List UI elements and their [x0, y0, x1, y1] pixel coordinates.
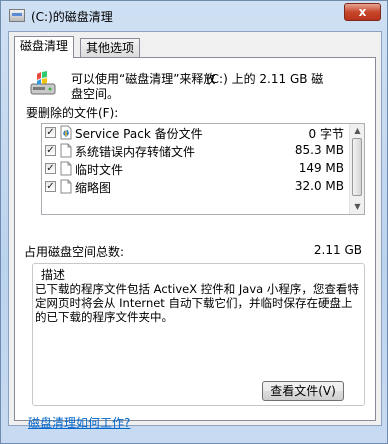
file-icon: [60, 161, 72, 176]
view-files-button[interactable]: 查看文件(V): [262, 381, 344, 401]
tab-more-options[interactable]: 其他选项: [80, 38, 141, 57]
file-row[interactable]: ✓ 缩略图 32.0 MB: [42, 178, 350, 196]
file-size: 32.0 MB: [294, 179, 344, 193]
tab-disk-cleanup[interactable]: 磁盘清理: [14, 36, 75, 58]
description-group: 描述 已下载的程序文件包括 ActiveX 控件和 Java 小程序，您查看特定…: [32, 263, 365, 406]
file-name: 系统错误内存转储文件: [75, 145, 196, 159]
tab-panel: 可以使用“磁盘清理”来释放 (C:) 上的 2.11 GB 磁 盘空间。 要删除…: [14, 57, 376, 430]
file-row[interactable]: ✓ 系统错误内存转储文件 85.3 MB: [42, 142, 350, 160]
file-size: 85.3 MB: [294, 143, 344, 157]
file-icon: [60, 143, 72, 158]
scrollbar-thumb[interactable]: [352, 138, 362, 196]
files-to-delete-label: 要删除的文件(F):: [26, 106, 119, 120]
disk-cleanup-icon: [9, 9, 25, 22]
shield-file-icon: [60, 125, 72, 140]
description-title: 描述: [39, 266, 68, 283]
total-space-value: 2.11 GB: [313, 243, 362, 257]
file-row[interactable]: ✓ 临时文件 149 MB: [42, 160, 350, 178]
disk-cleanup-window: (C:)的磁盘清理 x 磁盘清理 其他选项 可以使用“磁盘清理”来释放 (C:)…: [0, 0, 388, 444]
file-checkbox[interactable]: ✓: [45, 163, 56, 174]
summary-line-2: 盘空间。: [71, 87, 120, 101]
file-size: 149 MB: [298, 161, 344, 175]
file-checkbox[interactable]: ✓: [45, 181, 56, 192]
files-scrollbar[interactable]: ▲ ▼: [349, 124, 364, 214]
total-space-label: 占用磁盘空间总数:: [24, 245, 125, 259]
close-button[interactable]: x: [344, 3, 381, 21]
file-name: 临时文件: [75, 163, 124, 177]
summary-amount: (C:) 上的 2.11 GB 磁: [206, 72, 324, 86]
scroll-down-arrow-icon[interactable]: ▼: [351, 200, 364, 213]
description-text: 已下载的程序文件包括 ActiveX 控件和 Java 小程序，您查看特定网页时…: [35, 282, 359, 324]
file-icon: [60, 179, 72, 194]
scroll-up-arrow-icon[interactable]: ▲: [351, 124, 364, 137]
file-row[interactable]: ✓ Service Pack 备份文件 0 字节: [42, 124, 350, 142]
files-list[interactable]: ✓ Service Pack 备份文件 0 字节 ✓ 系统错误内存转储文件 85…: [41, 123, 365, 215]
disk-cleanup-icon: [30, 71, 56, 95]
how-disk-cleanup-works-link[interactable]: 磁盘清理如何工作?: [28, 414, 130, 431]
file-checkbox[interactable]: ✓: [45, 127, 56, 138]
file-name: Service Pack 备份文件: [75, 127, 203, 141]
title-bar[interactable]: (C:)的磁盘清理 x: [1, 1, 387, 31]
file-checkbox[interactable]: ✓: [45, 145, 56, 156]
dialog-content: 磁盘清理 其他选项 可以使用“磁盘清理”来释放 (C:) 上的 2.11 GB …: [8, 31, 382, 430]
file-size: 0 字节: [308, 127, 344, 141]
window-title: (C:)的磁盘清理: [31, 10, 113, 24]
file-name: 缩略图: [75, 181, 112, 195]
